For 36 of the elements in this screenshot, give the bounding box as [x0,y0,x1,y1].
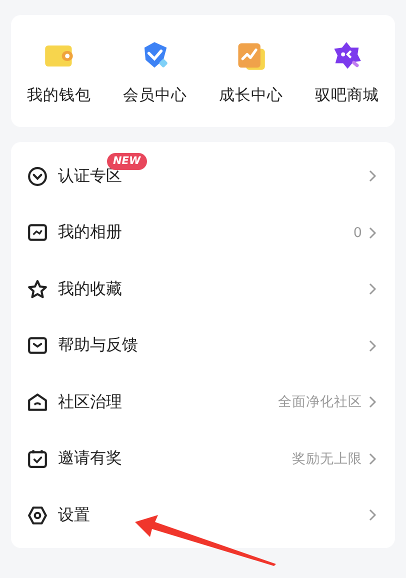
star-icon [27,278,48,300]
settings-icon [27,504,48,526]
menu-label: 设置 [58,504,90,526]
checkmark-circle-icon [27,166,48,187]
menu-label: 邀请有奖 [58,448,122,470]
chevron-right-icon [368,169,377,184]
menu-label: 我的相册 [58,222,122,244]
chevron-right-icon [368,452,377,466]
chart-card-icon [236,41,266,71]
star-face-icon [332,41,362,71]
house-icon [27,392,48,413]
chevron-right-icon [368,508,377,522]
chevron-right-icon [368,395,377,410]
menu-detail: 全面净化社区 [278,393,362,412]
menu-item[interactable]: 社区治理 全面净化社区 [11,374,395,430]
menu-item[interactable]: 我的相册 0 [11,204,395,261]
message-icon [27,335,48,356]
shortcut-button[interactable]: 我的钱包 [11,41,107,106]
menu-detail: 0 [353,224,362,241]
chevron-right-icon [368,282,377,296]
shortcut-button[interactable]: 驭吧商城 [299,41,395,106]
chevron-right-icon [368,338,377,353]
shortcut-button[interactable]: 会员中心 [107,41,203,106]
menu-item[interactable]: 设置 [11,487,395,544]
menu-item[interactable]: 我的收藏 [11,261,395,318]
new-badge: NEW [107,153,147,170]
menu-label: 我的收藏 [58,278,122,300]
calendar-icon [27,448,48,470]
menu-item[interactable]: 邀请有奖 奖励无上限 [11,430,395,487]
menu-detail: 奖励无上限 [292,450,362,468]
photo-icon [27,222,48,244]
menu-label: 帮助与反馈 [58,335,138,356]
menu-label: 社区治理 [58,392,122,413]
chevron-right-icon [368,226,377,240]
menu-item[interactable]: 帮助与反馈 [11,318,395,374]
shortcut-button[interactable]: 成长中心 [203,41,299,106]
